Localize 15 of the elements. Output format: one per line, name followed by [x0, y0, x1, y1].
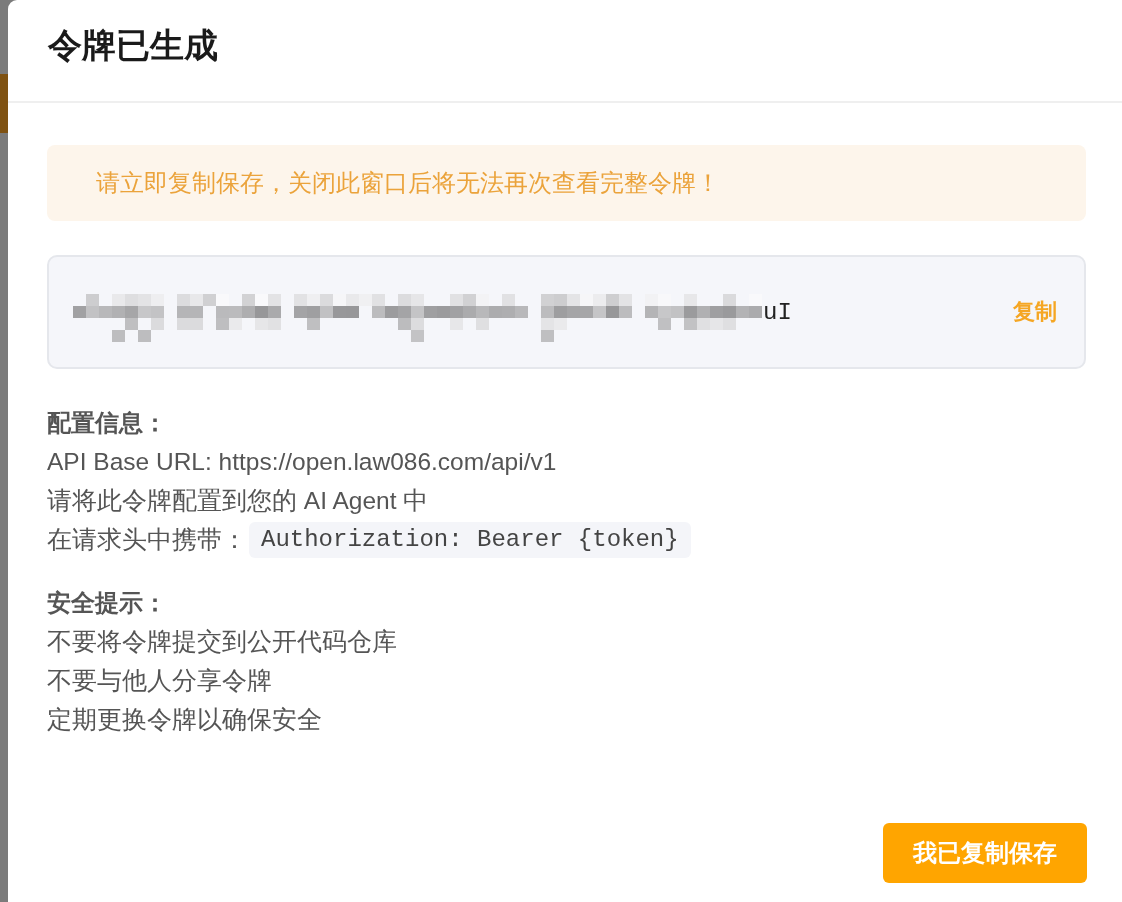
code-snippet: Authorization: Bearer {token}	[249, 521, 691, 558]
info-line: 请将此令牌配置到您的 AI Agent 中	[47, 486, 430, 516]
section-heading: 配置信息：	[47, 408, 168, 438]
copy-button[interactable]: 复制	[1013, 297, 1057, 327]
info-line: 不要与他人分享令牌	[47, 666, 273, 696]
backdrop-button-fragment	[0, 74, 8, 133]
info-line: API Base URL: https://open.law086.com/api/v1	[47, 447, 558, 477]
info-line: 不要将令牌提交到公开代码仓库	[47, 627, 398, 657]
token-text: uI	[763, 298, 792, 326]
info-line: 定期更换令牌以确保安全	[47, 705, 323, 735]
confirm-button[interactable]: 我已复制保存	[883, 823, 1087, 883]
info-line: 在请求头中携带：	[47, 525, 247, 555]
warning-text: 请立即复制保存，关闭此窗口后将无法再次查看完整令牌！	[96, 169, 720, 198]
dialog-title: 令牌已生成	[48, 25, 218, 66]
section-heading: 安全提示：	[47, 588, 168, 618]
